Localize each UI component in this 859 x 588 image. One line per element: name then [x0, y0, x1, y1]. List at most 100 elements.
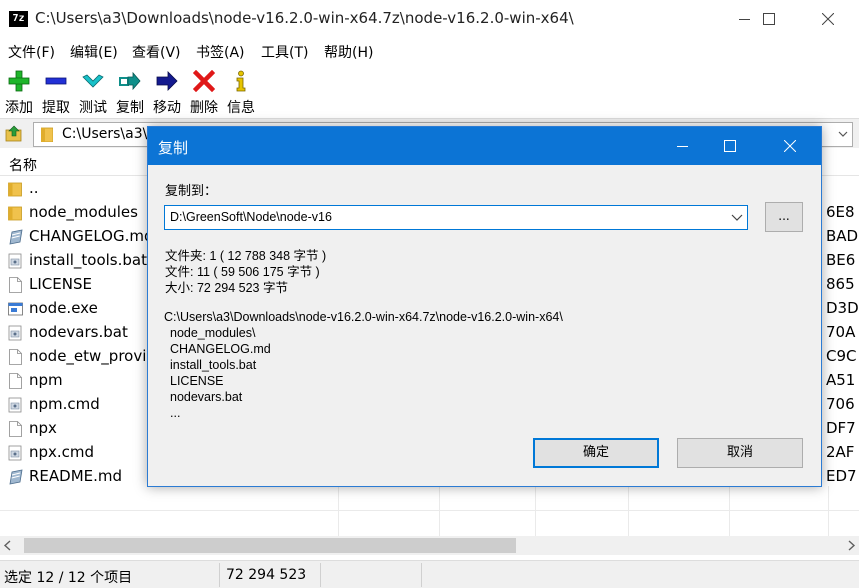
source-item: LICENSE — [170, 374, 224, 388]
md-file-icon — [9, 469, 23, 485]
chevron-down-icon[interactable] — [731, 213, 743, 223]
move-button[interactable]: 移动 — [149, 68, 185, 116]
ok-button[interactable]: 确定 — [533, 438, 659, 468]
destination-combobox[interactable]: D:\GreenSoft\Node\node-v16 — [164, 205, 748, 230]
bat-file-icon — [8, 325, 22, 341]
file-name: .. — [29, 179, 39, 197]
folder-icon — [41, 127, 53, 142]
bat-file-icon — [8, 397, 22, 413]
browse-button[interactable]: ... — [765, 202, 803, 232]
delete-button[interactable]: 删除 — [186, 68, 222, 116]
scroll-right-icon[interactable] — [846, 540, 856, 551]
bat-file-icon — [8, 445, 22, 461]
column-header-name[interactable]: 名称 — [9, 155, 37, 175]
info-label: 信息 — [227, 100, 255, 116]
address-path: C:\Users\a3\ — [62, 126, 148, 142]
dialog-title: 复制 — [158, 139, 189, 157]
column-divider — [729, 486, 730, 536]
exe-file-icon — [8, 302, 23, 316]
total-size-stat: 大小: 72 294 523 字节 — [165, 281, 288, 295]
add-label: 添加 — [5, 100, 33, 116]
folder-icon — [8, 206, 22, 221]
file-crc: BE6 — [826, 251, 856, 269]
file-crc: 865 — [826, 275, 855, 293]
chevron-down-icon[interactable] — [836, 126, 850, 143]
cancel-button[interactable]: 取消 — [677, 438, 803, 468]
menu-tools[interactable]: 工具(T) — [261, 42, 308, 62]
dialog-minimize-button[interactable] — [659, 127, 705, 165]
maximize-button[interactable] — [746, 0, 792, 38]
status-bar: 选定 12 / 12 个项目 72 294 523 — [0, 560, 859, 588]
title-bar[interactable]: 7z C:\Users\a3\Downloads\node-v16.2.0-wi… — [0, 0, 859, 38]
status-separator — [219, 563, 220, 587]
bat-file-icon — [8, 253, 22, 269]
window-title: C:\Users\a3\Downloads\node-v16.2.0-win-x… — [35, 9, 574, 27]
file-crc: ED7 — [826, 467, 857, 485]
source-item-ellipsis: ... — [170, 406, 181, 420]
file-name: nodevars.bat — [29, 323, 128, 341]
source-item: nodevars.bat — [170, 390, 243, 404]
copy-dialog: 复制 复制到： D:\GreenSoft\Node\node-v16 ... 文… — [147, 126, 822, 487]
file-name: CHANGELOG.md — [29, 227, 154, 245]
dialog-title-bar[interactable]: 复制 — [148, 127, 821, 165]
file-name: install_tools.bat — [29, 251, 147, 269]
column-divider — [535, 486, 536, 536]
info-icon — [236, 70, 246, 92]
blank-file-icon — [9, 277, 22, 293]
move-label: 移动 — [153, 100, 181, 116]
close-icon — [822, 13, 834, 25]
copy-button[interactable]: 复制 — [112, 68, 148, 116]
minus-icon — [45, 77, 67, 85]
source-path: C:\Users\a3\Downloads\node-v16.2.0-win-x… — [164, 310, 563, 324]
scrollbar-thumb[interactable] — [24, 538, 516, 553]
add-button[interactable]: 添加 — [1, 68, 37, 116]
file-name: README.md — [29, 467, 123, 485]
blank-file-icon — [9, 349, 22, 365]
horizontal-scrollbar[interactable] — [0, 536, 859, 555]
check-icon — [82, 74, 104, 88]
column-divider — [628, 486, 629, 536]
file-name: npx.cmd — [29, 443, 95, 461]
file-crc: C9C — [826, 347, 857, 365]
delete-label: 删除 — [190, 100, 218, 116]
scroll-left-icon[interactable] — [3, 540, 13, 551]
status-separator — [320, 563, 321, 587]
status-selection: 选定 12 / 12 个项目 — [4, 570, 133, 586]
file-crc: 6E8 — [826, 203, 855, 221]
status-separator — [421, 563, 422, 587]
close-button[interactable] — [805, 0, 851, 38]
menu-view[interactable]: 查看(V) — [132, 42, 181, 62]
menu-bookmarks[interactable]: 书签(A) — [196, 42, 245, 62]
extract-button[interactable]: 提取 — [38, 68, 74, 116]
row-divider — [0, 510, 859, 511]
md-file-icon — [9, 229, 23, 245]
test-button[interactable]: 测试 — [75, 68, 111, 116]
source-item: install_tools.bat — [170, 358, 257, 372]
dialog-close-button[interactable] — [767, 127, 813, 165]
test-label: 测试 — [79, 100, 107, 116]
menu-edit[interactable]: 编辑(E) — [70, 42, 118, 62]
column-divider — [439, 486, 440, 536]
file-name: node.exe — [29, 299, 98, 317]
info-button[interactable]: 信息 — [223, 68, 259, 116]
file-name: npm.cmd — [29, 395, 100, 413]
maximize-icon — [724, 140, 736, 152]
move-arrow-icon — [156, 71, 178, 91]
copy-label: 复制 — [116, 100, 144, 116]
folder-icon — [8, 182, 22, 197]
menu-file[interactable]: 文件(F) — [8, 42, 55, 62]
menu-bar: 文件(F) 编辑(E) 查看(V) 书签(A) 工具(T) 帮助(H) — [0, 38, 859, 64]
dialog-maximize-button[interactable] — [707, 127, 753, 165]
7zip-app-icon: 7z — [9, 11, 28, 27]
blank-file-icon — [9, 373, 22, 389]
folder-up-icon[interactable] — [4, 124, 24, 144]
minimize-icon — [676, 145, 688, 147]
source-item: CHANGELOG.md — [170, 342, 271, 356]
plus-icon — [8, 70, 30, 92]
extract-label: 提取 — [42, 100, 70, 116]
status-size: 72 294 523 — [226, 567, 307, 583]
blank-file-icon — [9, 421, 22, 437]
file-name: node_etw_provi — [29, 347, 147, 365]
menu-help[interactable]: 帮助(H) — [324, 42, 373, 62]
maximize-icon — [763, 13, 775, 25]
